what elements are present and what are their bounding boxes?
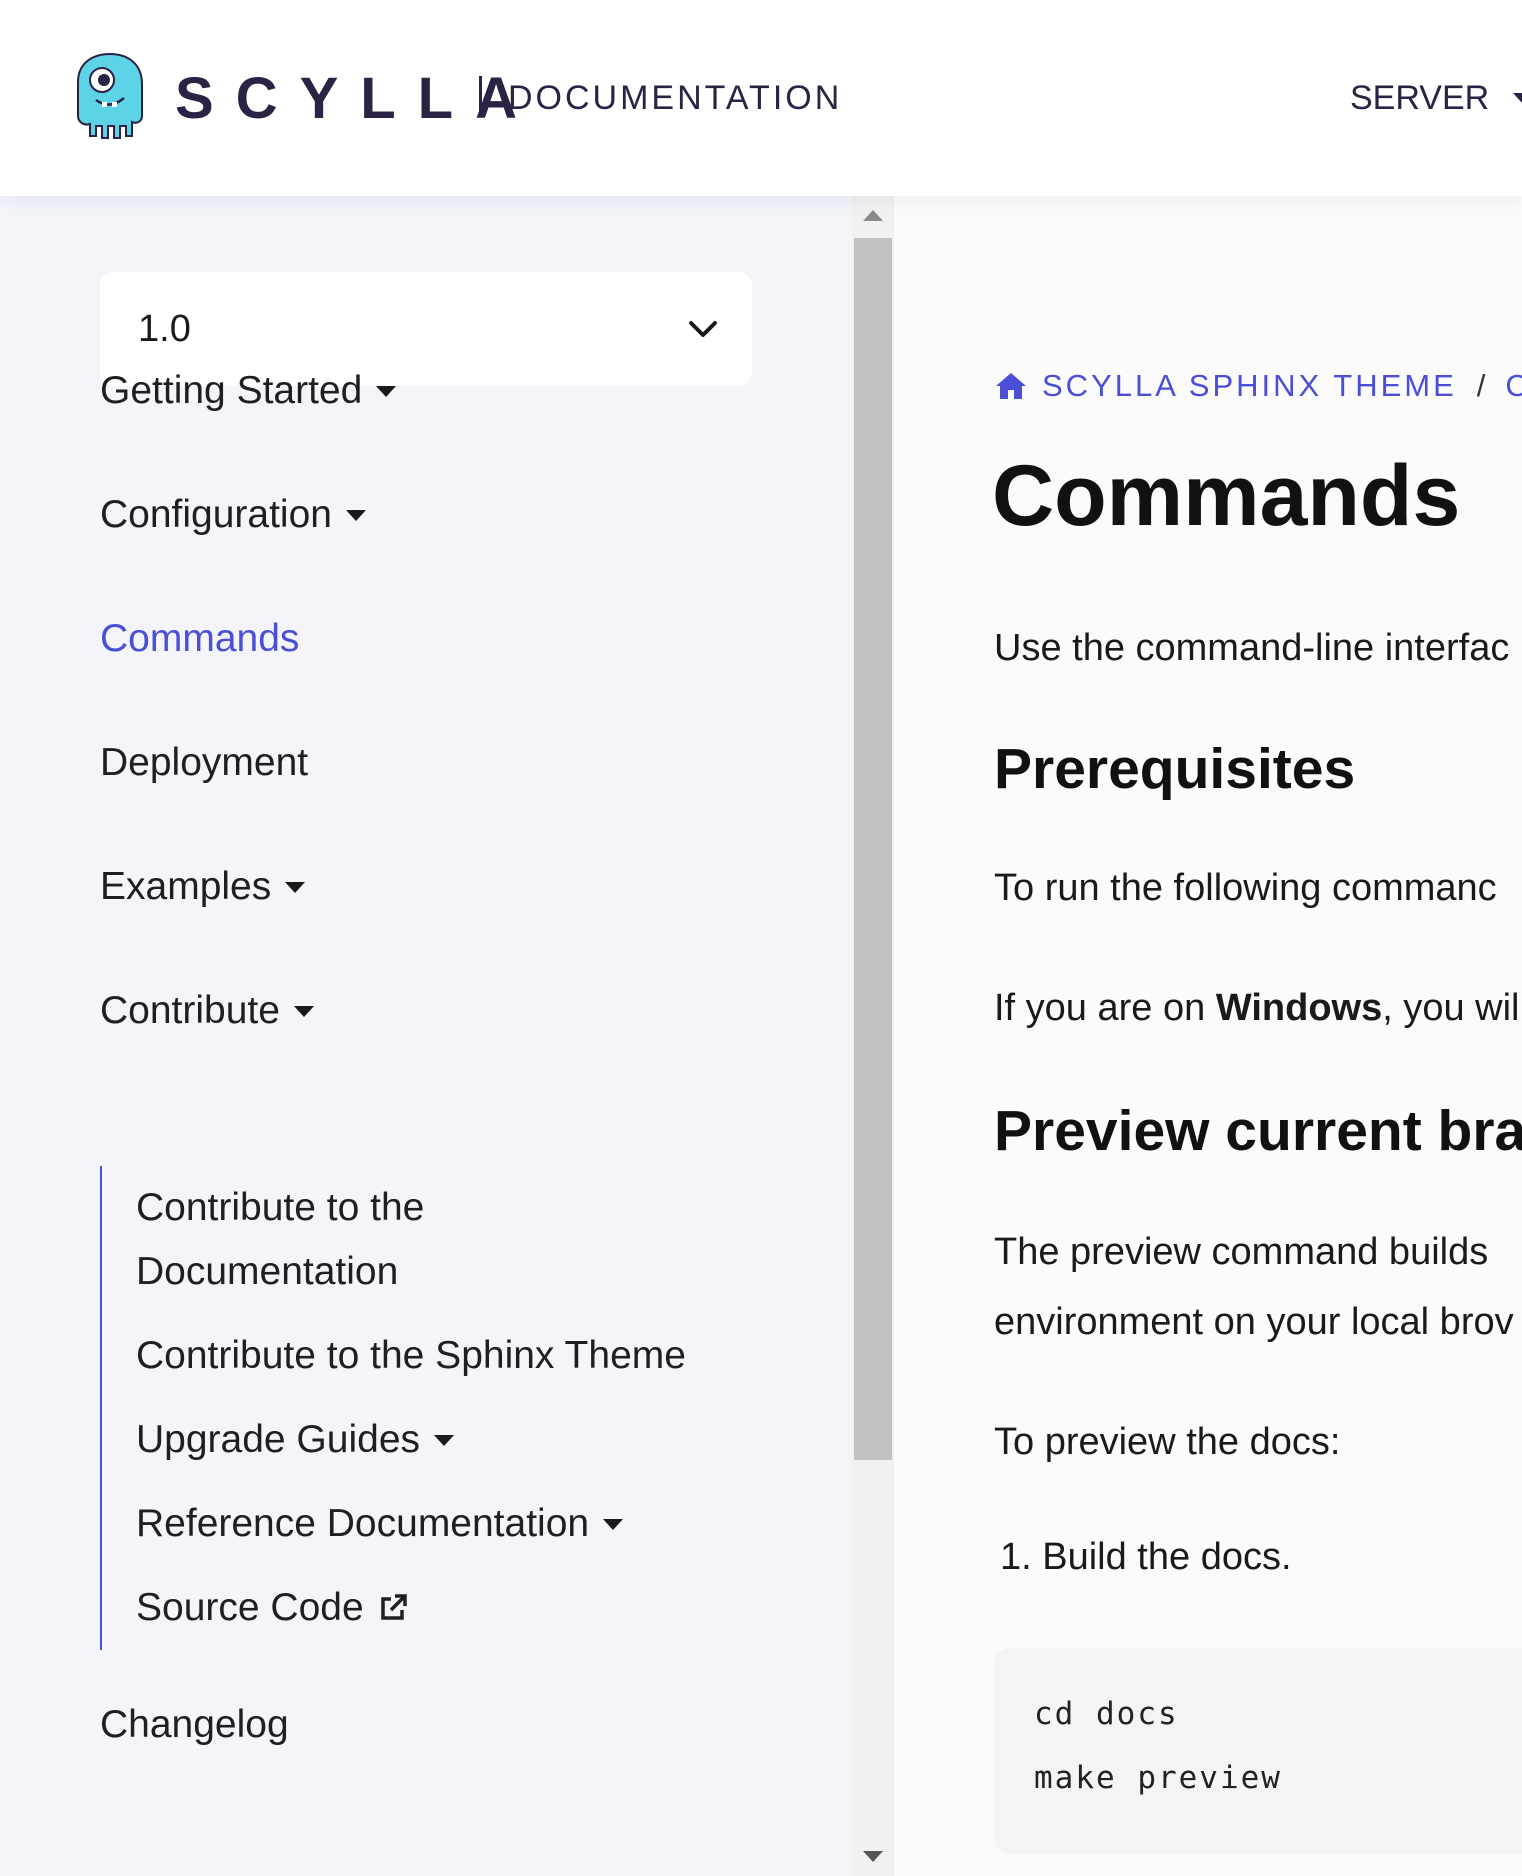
caret-down-icon[interactable] bbox=[603, 1518, 624, 1530]
sidebar-item-label: Changelog bbox=[100, 1703, 289, 1746]
sidebar-item-label: Deployment bbox=[100, 741, 309, 784]
sidebar-subitem-contribute-theme[interactable]: Contribute to the Sphinx Theme bbox=[136, 1324, 686, 1388]
caret-down-icon[interactable] bbox=[293, 1005, 314, 1017]
documentation-label[interactable]: DOCUMENTATION bbox=[508, 78, 842, 118]
windows-note-suffix: , you wil bbox=[1382, 987, 1520, 1029]
sidebar-scrollbar[interactable] bbox=[852, 196, 894, 1876]
contribute-submenu: Contribute to the Documentation Contribu… bbox=[100, 1166, 720, 1650]
sidebar-item-commands[interactable]: Commands bbox=[100, 616, 299, 662]
chevron-down-icon bbox=[689, 321, 717, 337]
breadcrumb: SCYLLA SPHINX THEME / CC bbox=[994, 368, 1522, 404]
sidebar-subitem-source-code[interactable]: Source Code bbox=[136, 1576, 408, 1640]
caret-down-icon[interactable] bbox=[345, 509, 366, 521]
sidebar-item-label: Contribute bbox=[100, 989, 280, 1032]
code-block[interactable]: cd docs make preview bbox=[994, 1648, 1522, 1854]
sidebar: 1.0 Getting Started Configuration Comman… bbox=[0, 196, 852, 1876]
main-content: SCYLLA SPHINX THEME / CC Commands Use th… bbox=[894, 196, 1522, 1876]
windows-note-paragraph: If you are on Windows, you wil bbox=[994, 972, 1520, 1044]
sidebar-item-deployment[interactable]: Deployment bbox=[100, 740, 308, 786]
product-dropdown-server[interactable]: SERVER bbox=[1350, 78, 1522, 118]
caret-down-icon[interactable] bbox=[285, 881, 306, 893]
breadcrumb-current: CC bbox=[1505, 368, 1522, 403]
scrollbar-thumb[interactable] bbox=[854, 238, 892, 1460]
home-icon[interactable] bbox=[994, 371, 1028, 401]
sidebar-subitem-label: Source Code bbox=[136, 1586, 364, 1629]
sidebar-item-configuration[interactable]: Configuration bbox=[100, 492, 366, 538]
brand-separator bbox=[479, 76, 482, 116]
sidebar-subitem-label: Contribute to the Sphinx Theme bbox=[136, 1334, 686, 1377]
brand-wordmark[interactable]: SCYLLA bbox=[175, 67, 539, 131]
ordered-list-item: 1. Build the docs. bbox=[1000, 1536, 1292, 1578]
breadcrumb-separator: / bbox=[1476, 368, 1486, 403]
prerequisites-paragraph: To run the following commanc bbox=[994, 867, 1497, 909]
caret-down-icon[interactable] bbox=[376, 385, 397, 397]
breadcrumb-root-link[interactable]: SCYLLA SPHINX THEME bbox=[1042, 368, 1457, 404]
sidebar-subitem-label: Upgrade Guides bbox=[136, 1418, 421, 1461]
intro-paragraph: Use the command-line interfac bbox=[994, 627, 1510, 669]
version-select-value: 1.0 bbox=[138, 307, 191, 350]
sidebar-item-label: Getting Started bbox=[100, 369, 363, 412]
scroll-up-arrow-icon[interactable] bbox=[863, 210, 883, 221]
caret-down-icon[interactable] bbox=[434, 1434, 455, 1446]
windows-note-prefix: If you are on bbox=[994, 987, 1216, 1029]
sidebar-item-label: Examples bbox=[100, 865, 272, 908]
caret-down-icon bbox=[1513, 92, 1522, 104]
sidebar-subitem-label-line1: Contribute to the bbox=[136, 1186, 425, 1229]
sidebar-subitem-label-line2: Documentation bbox=[136, 1250, 399, 1293]
sidebar-subitem-label: Reference Documentation bbox=[136, 1502, 590, 1545]
sidebar-subitem-contribute-docs[interactable]: Contribute to the Documentation bbox=[136, 1176, 424, 1304]
sidebar-subitem-reference-docs[interactable]: Reference Documentation bbox=[136, 1492, 624, 1556]
external-link-icon bbox=[380, 1594, 407, 1620]
windows-note-bold: Windows bbox=[1215, 987, 1383, 1029]
code-line: make preview bbox=[1034, 1760, 1282, 1796]
sidebar-item-label: Configuration bbox=[100, 493, 332, 536]
preview-paragraph-line2: environment on your local brov bbox=[994, 1301, 1514, 1343]
sidebar-item-contribute[interactable]: Contribute bbox=[100, 988, 314, 1034]
sidebar-item-changelog[interactable]: Changelog bbox=[100, 1702, 289, 1748]
sidebar-item-examples[interactable]: Examples bbox=[100, 864, 306, 910]
sidebar-item-getting-started[interactable]: Getting Started bbox=[100, 368, 397, 414]
product-dropdown-label: SERVER bbox=[1350, 79, 1490, 117]
prerequisites-heading: Prerequisites bbox=[994, 737, 1356, 801]
scroll-down-arrow-icon[interactable] bbox=[863, 1851, 883, 1862]
page-title: Commands bbox=[992, 448, 1461, 544]
sidebar-item-label: Commands bbox=[100, 617, 300, 660]
sidebar-subitem-upgrade-guides[interactable]: Upgrade Guides bbox=[136, 1408, 455, 1472]
code-line: cd docs bbox=[1034, 1696, 1179, 1732]
preview-paragraph-line1: The preview command builds bbox=[994, 1231, 1489, 1273]
top-navbar: SCYLLA DOCUMENTATION SERVER bbox=[0, 0, 1522, 196]
preview-lead-paragraph: To preview the docs: bbox=[994, 1421, 1341, 1463]
preview-heading: Preview current bra bbox=[994, 1099, 1522, 1163]
scylla-mascot-logo-icon[interactable] bbox=[72, 52, 148, 140]
